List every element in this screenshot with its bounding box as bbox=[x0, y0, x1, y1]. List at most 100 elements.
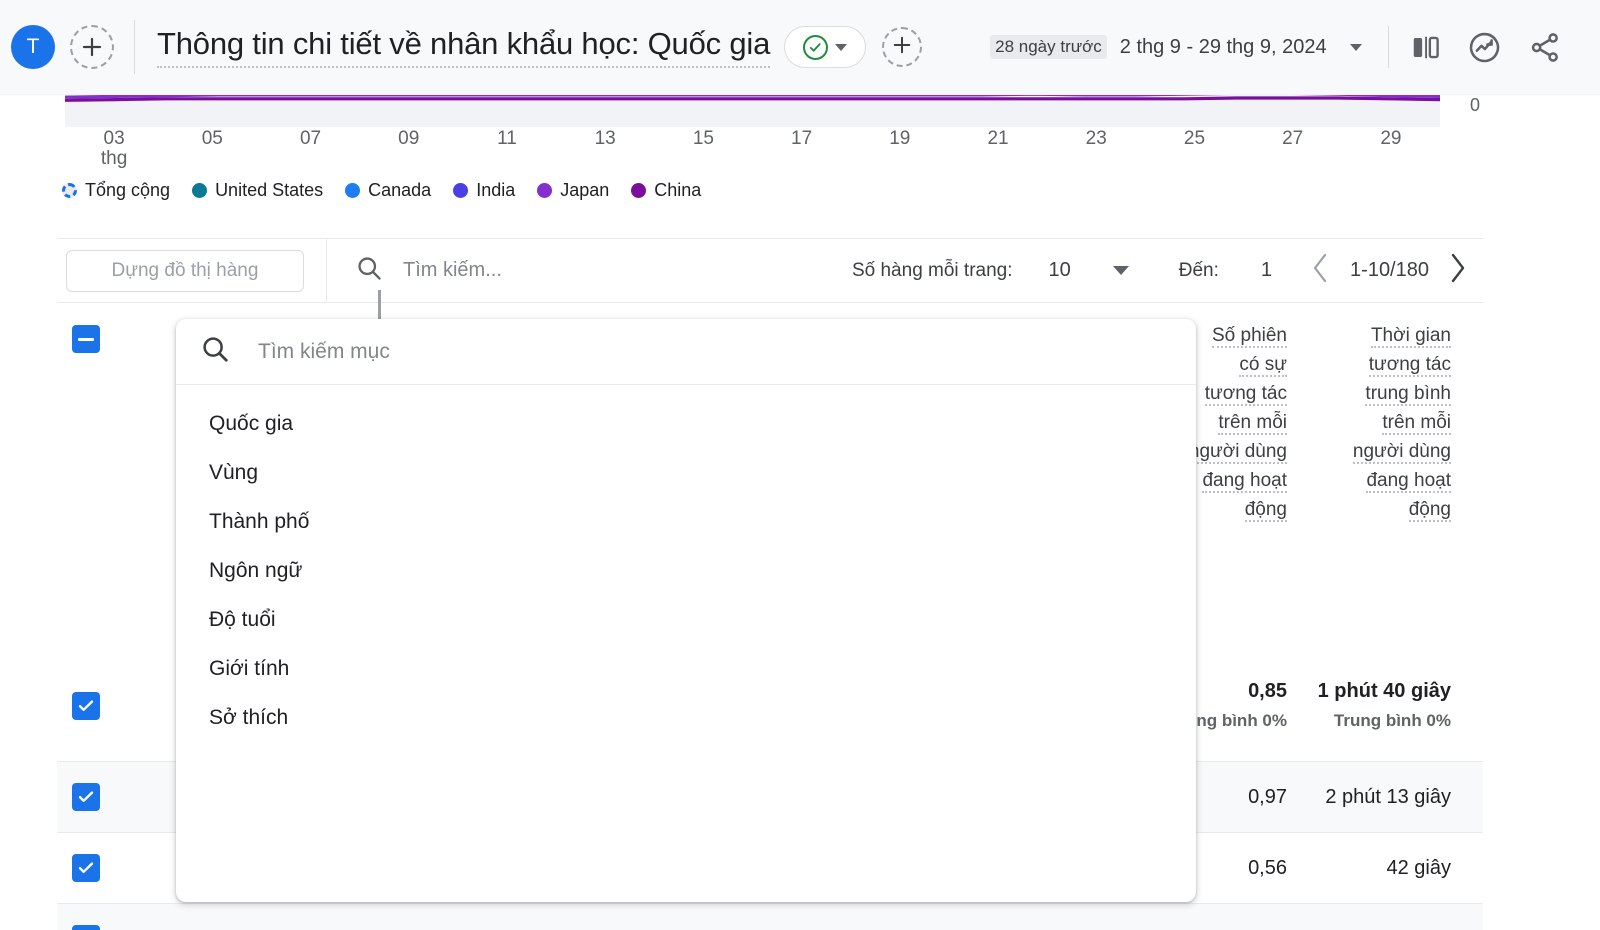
cell-avg-engagement-time: 56 giây bbox=[1301, 924, 1452, 930]
pagination: 1-10/180 bbox=[1310, 251, 1469, 291]
legend-label: India bbox=[476, 180, 516, 200]
rows-per-page-label: Số hàng mỗi trang: bbox=[851, 259, 1013, 281]
select-all-checkbox[interactable] bbox=[72, 325, 100, 353]
status-badge[interactable] bbox=[784, 26, 867, 68]
chart-legend-item[interactable]: Canada bbox=[345, 180, 431, 201]
dropdown-item-label: Độ tuổi bbox=[209, 607, 276, 631]
chart-x-tick: 07 bbox=[299, 128, 322, 149]
chart-legend-item[interactable]: Japan bbox=[537, 180, 609, 201]
header-action-icons bbox=[1409, 31, 1576, 64]
legend-label: Tổng cộng bbox=[85, 180, 171, 200]
chevron-right-icon[interactable] bbox=[1447, 251, 1469, 291]
table-row[interactable]: 3 India 5.448 5.145 4.270 57.56% 0,78 56… bbox=[57, 903, 1483, 930]
chart-x-tick: 03 thg bbox=[100, 128, 128, 169]
chart-x-tick: 19 bbox=[889, 128, 911, 149]
row-checkbox[interactable] bbox=[72, 783, 100, 811]
chevron-left-icon[interactable] bbox=[1310, 251, 1332, 291]
chart-plot-area bbox=[65, 95, 1440, 127]
page-range-label: 1-10/180 bbox=[1350, 259, 1429, 281]
chevron-down-icon bbox=[1349, 43, 1362, 51]
legend-color-dot bbox=[537, 183, 553, 198]
app-header: T Thông tin chi tiết về nhân khẩu học: Q… bbox=[0, 0, 1600, 95]
legend-color-dot bbox=[345, 183, 361, 198]
date-range-label: 2 thg 9 - 29 thg 9, 2024 bbox=[1119, 35, 1327, 58]
legend-label: China bbox=[654, 180, 702, 200]
avatar-initial: T bbox=[26, 35, 40, 58]
chart-x-tick: 23 bbox=[1085, 128, 1107, 149]
column-header-sessions-per-user[interactable]: Số phiên có sự tương tác trên mỗi người … bbox=[1187, 321, 1287, 524]
header-divider bbox=[134, 20, 135, 74]
add-comparison-button[interactable] bbox=[882, 27, 923, 67]
legend-color-dot bbox=[631, 183, 647, 198]
table-search-placeholder: Tìm kiếm... bbox=[403, 259, 502, 281]
dropdown-item[interactable]: Ngôn ngữ bbox=[176, 546, 1196, 595]
dropdown-item[interactable]: Thành phố bbox=[176, 497, 1196, 546]
column-header-avg-engagement-time[interactable]: Thời gian tương tác trung bình trên mỗi … bbox=[1341, 321, 1451, 524]
dropdown-item[interactable]: Vùng bbox=[176, 448, 1196, 497]
plus-icon bbox=[892, 35, 912, 60]
legend-label: Japan bbox=[560, 180, 610, 200]
search-icon bbox=[200, 334, 230, 369]
graph-rows-button[interactable]: Dựng đồ thị hàng bbox=[66, 249, 304, 292]
chart-legend-item[interactable]: United States bbox=[192, 180, 323, 201]
legend-label: United States bbox=[215, 180, 324, 200]
chart-y-axis-zero: 0 bbox=[1470, 95, 1481, 115]
legend-color-dot bbox=[453, 183, 469, 198]
goto-value: 1 bbox=[1260, 259, 1273, 281]
summary-avg-engagement-time: 1 phút 40 giây Trung bình 0% bbox=[1317, 680, 1451, 730]
dropdown-item[interactable]: Độ tuổi bbox=[176, 595, 1196, 644]
chart-legend: Tổng cộng United States Canada India Japan Ch… bbox=[62, 180, 715, 201]
date-range-selector[interactable]: 28 ngày trước 2 thg 9 - 29 thg 9, 2024 bbox=[990, 35, 1362, 59]
goto-label: Đến: bbox=[1178, 259, 1219, 281]
chart-x-tick: 13 bbox=[594, 128, 616, 149]
share-icon[interactable] bbox=[1529, 31, 1562, 64]
table-toolbar: Dựng đồ thị hàng Tìm kiếm... Số hàng mỗi… bbox=[57, 238, 1483, 303]
date-relative-badge: 28 ngày trước bbox=[990, 35, 1107, 59]
dropdown-item-label: Ngôn ngữ bbox=[209, 558, 303, 582]
chart-x-axis: 03 thg 05 07 09 11 13 15 17 19 21 23 25 27 29 bbox=[65, 129, 1440, 174]
row-checkbox[interactable] bbox=[72, 854, 100, 882]
chart-x-tick: 29 bbox=[1380, 128, 1402, 149]
chart-legend-item[interactable]: China bbox=[631, 180, 701, 201]
chart-x-tick: 11 bbox=[497, 128, 517, 149]
dropdown-item[interactable]: Quốc gia bbox=[176, 399, 1196, 448]
page-title: Thông tin chi tiết về nhân khẩu học: Quố… bbox=[157, 26, 770, 68]
add-account-button[interactable] bbox=[70, 25, 114, 69]
insights-trend-icon[interactable] bbox=[1468, 31, 1501, 64]
chart-x-tick: 17 bbox=[791, 128, 813, 149]
row-checkbox[interactable] bbox=[72, 925, 100, 930]
legend-color-dot bbox=[192, 183, 208, 198]
toolbar-divider bbox=[326, 238, 327, 303]
dropdown-item-label: Giới tính bbox=[209, 656, 290, 680]
header-divider-2 bbox=[1387, 26, 1389, 68]
chart-legend-item[interactable]: India bbox=[453, 180, 515, 201]
avatar[interactable]: T bbox=[11, 25, 55, 69]
dropdown-item[interactable]: Sở thích bbox=[176, 693, 1196, 742]
chart-series-line bbox=[65, 96, 1440, 102]
cell-metric-c: 4.270 bbox=[777, 924, 917, 930]
chart-x-tick: 25 bbox=[1183, 128, 1206, 149]
plus-icon bbox=[81, 36, 103, 58]
chart-legend-item[interactable]: Tổng cộng bbox=[62, 180, 170, 201]
cell-avg-engagement-time: 2 phút 13 giây bbox=[1325, 786, 1451, 808]
dropdown-item-label: Vùng bbox=[209, 460, 259, 484]
rows-per-page[interactable]: Số hàng mỗi trang: 10 bbox=[852, 259, 1129, 282]
dropdown-item-label: Quốc gia bbox=[209, 411, 294, 435]
chart-x-tick: 21 bbox=[987, 128, 1009, 149]
chevron-down-icon bbox=[1112, 266, 1129, 275]
dropdown-item[interactable]: Giới tính bbox=[176, 644, 1196, 693]
legend-color-dot bbox=[62, 183, 77, 198]
dropdown-search[interactable]: Tìm kiếm mục bbox=[176, 319, 1196, 385]
chart-x-tick-month: thg bbox=[100, 148, 128, 169]
table-search[interactable]: Tìm kiếm... bbox=[355, 254, 852, 287]
legend-label: Canada bbox=[368, 180, 432, 200]
check-circle-icon bbox=[803, 34, 829, 60]
chart-x-tick: 27 bbox=[1282, 128, 1304, 149]
dropdown-item-label: Sở thích bbox=[209, 705, 289, 729]
chart-lines bbox=[65, 95, 1440, 102]
chart-x-tick: 15 bbox=[692, 128, 714, 149]
row-checkbox[interactable] bbox=[72, 692, 100, 720]
compare-columns-icon[interactable] bbox=[1409, 32, 1440, 63]
dropdown-connector bbox=[378, 290, 381, 322]
goto-page[interactable]: Đến: 1 bbox=[1179, 259, 1272, 282]
